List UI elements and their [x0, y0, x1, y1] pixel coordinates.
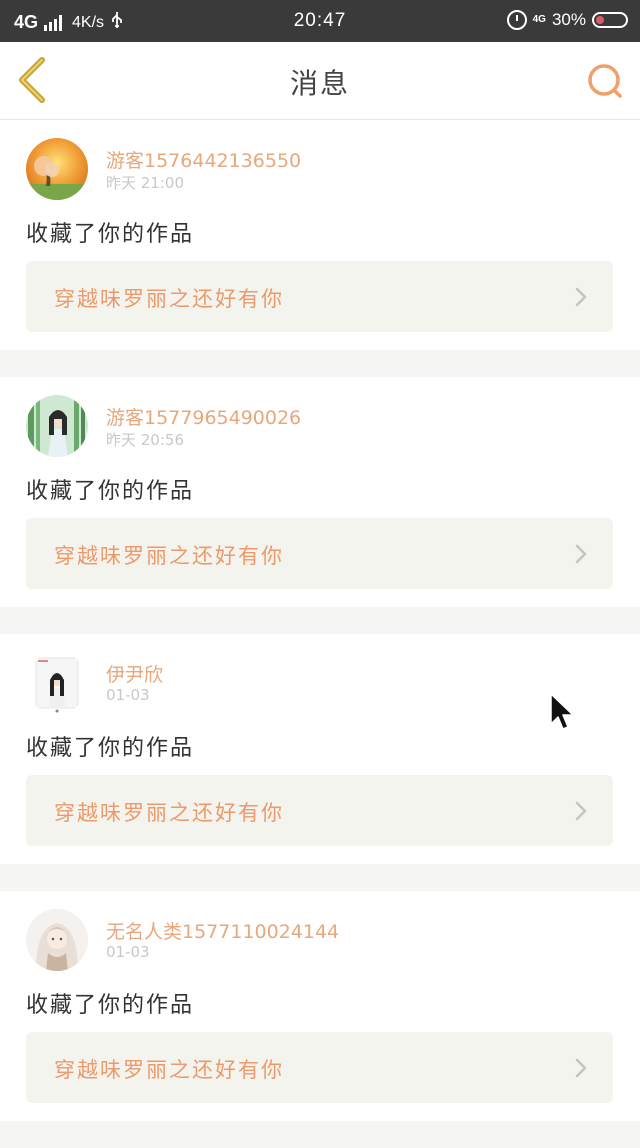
avatar[interactable]	[26, 395, 88, 457]
work-title: 穿越味罗丽之还好有你	[54, 801, 284, 825]
alarm-icon	[506, 10, 527, 30]
avatar[interactable]	[26, 909, 88, 971]
work-title: 穿越味罗丽之还好有你	[54, 287, 284, 311]
work-title: 穿越味罗丽之还好有你	[54, 544, 284, 568]
battery-icon	[592, 12, 628, 28]
message-card: 游客1577965490026 昨天 20:56 收藏了你的作品 穿越味罗丽之还…	[0, 377, 640, 607]
action-text: 收藏了你的作品	[26, 479, 195, 504]
work-link[interactable]: 穿越味罗丽之还好有你	[26, 775, 613, 846]
message-card: 伊尹欣 01-03 收藏了你的作品 穿越味罗丽之还好有你	[0, 634, 640, 864]
action-text: 收藏了你的作品	[26, 222, 195, 247]
mouse-pointer-icon	[549, 692, 577, 732]
timestamp: 昨天 21:00	[106, 174, 184, 192]
action-text: 收藏了你的作品	[26, 993, 195, 1018]
avatar[interactable]	[26, 652, 88, 714]
username[interactable]: 游客1577965490026	[106, 403, 301, 430]
page-title: 消息	[289, 67, 350, 100]
timestamp: 昨天 20:56	[106, 431, 184, 449]
status-bar-right: 4G 30%	[506, 10, 628, 30]
username[interactable]: 游客1576442136550	[106, 146, 301, 173]
battery-level	[596, 16, 604, 24]
chevron-right-icon	[575, 1058, 587, 1078]
avatar[interactable]	[26, 138, 88, 200]
work-link[interactable]: 穿越味罗丽之还好有你	[26, 1032, 613, 1103]
action-text: 收藏了你的作品	[26, 736, 195, 761]
work-link[interactable]: 穿越味罗丽之还好有你	[26, 518, 613, 589]
battery-percent: 30%	[551, 10, 586, 29]
app-header: 消息	[0, 42, 640, 120]
secondary-network: 4G	[532, 14, 546, 25]
username[interactable]: 无名人类1577110024144	[106, 917, 339, 944]
chevron-right-icon	[575, 287, 587, 307]
chevron-right-icon	[575, 544, 587, 564]
timestamp: 01-03	[106, 686, 150, 704]
chevron-right-icon	[575, 801, 587, 821]
username[interactable]: 伊尹欣	[106, 660, 163, 687]
work-link[interactable]: 穿越味罗丽之还好有你	[26, 261, 613, 332]
message-card: 无名人类1577110024144 01-03 收藏了你的作品 穿越味罗丽之还好…	[0, 891, 640, 1121]
work-title: 穿越味罗丽之还好有你	[54, 1058, 284, 1082]
message-list: 游客1576442136550 昨天 21:00 收藏了你的作品 穿越味罗丽之还…	[0, 120, 640, 1148]
timestamp: 01-03	[106, 943, 150, 961]
search-icon[interactable]	[586, 62, 624, 100]
message-card: 游客1576442136550 昨天 21:00 收藏了你的作品 穿越味罗丽之还…	[0, 120, 640, 350]
status-bar: 4G 4K/s 20:47 4G 30%	[0, 0, 640, 42]
